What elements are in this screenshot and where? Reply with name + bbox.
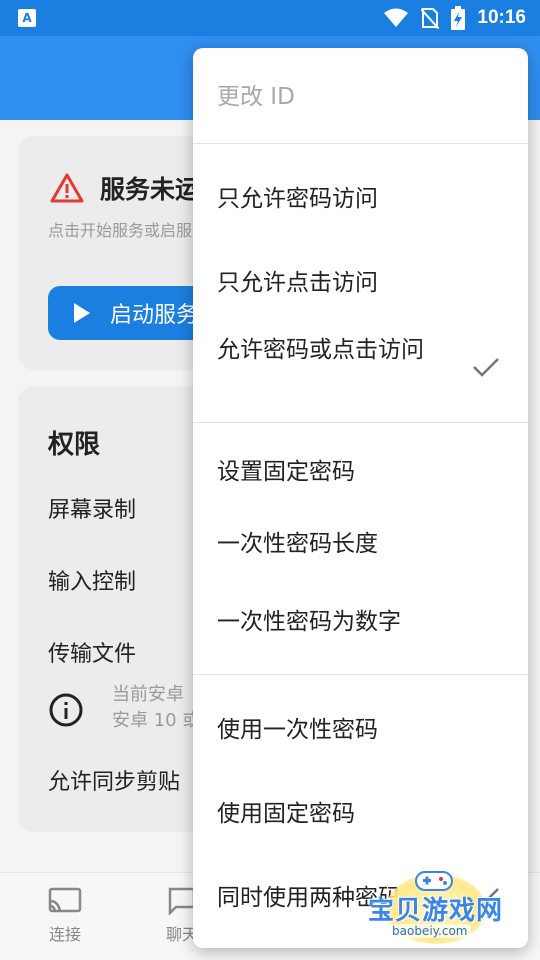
wifi-icon [384,8,409,27]
permission-clipboard-sync[interactable]: 允许同步剪贴 [48,764,180,796]
menu-click-only[interactable]: 只允许点击访问 [217,265,378,302]
no-sim-icon [421,8,440,29]
permission-input-control[interactable]: 输入控制 [48,564,136,596]
nav-connect[interactable]: 连接 [48,887,82,945]
checkmark-icon [473,358,499,377]
play-icon [74,303,90,323]
app-notification-icon: A [18,9,36,27]
menu-password-or-click[interactable]: 允许密码或点击访问 [217,332,437,369]
permission-screen-recording[interactable]: 屏幕录制 [48,492,136,524]
menu-divider [193,143,528,144]
menu-password-only[interactable]: 只允许密码访问 [217,181,378,218]
menu-set-fixed-password[interactable]: 设置固定密码 [217,454,355,491]
menu-divider [193,422,528,423]
permissions-title: 权限 [48,430,101,460]
chat-icon [168,887,196,915]
status-time: 10:16 [477,7,526,28]
permission-file-transfer[interactable]: 传输文件 [48,636,136,668]
menu-otp-length[interactable]: 一次性密码长度 [217,526,378,563]
info-icon [49,693,83,727]
menu-otp-numeric[interactable]: 一次性密码为数字 [217,604,401,641]
battery-charging-icon [451,6,466,30]
gamepad-icon [415,871,453,891]
watermark-title: 宝贝游戏网 [368,896,504,926]
menu-use-fixed-password[interactable]: 使用固定密码 [217,796,355,833]
menu-use-otp[interactable]: 使用一次性密码 [217,712,378,749]
status-icons: 10:16 [383,6,526,30]
menu-change-id[interactable]: 更改 ID [217,79,295,116]
service-status-header: 服务未运 [50,170,200,206]
status-bar: A 10:16 [0,0,540,36]
warning-icon [50,173,84,203]
menu-divider [193,674,528,675]
watermark-logo: 宝贝游戏网 baobeiy.com [362,868,512,948]
service-status-title: 服务未运 [100,175,201,204]
start-service-label: 启动服务 [110,303,199,328]
nav-connect-label: 连接 [48,925,81,944]
watermark-url: baobeiy.com [388,924,472,938]
access-options-menu: 更改 ID 只允许密码访问 只允许点击访问 允许密码或点击访问 设置固定密码 一… [193,48,528,948]
cast-icon [48,887,82,913]
